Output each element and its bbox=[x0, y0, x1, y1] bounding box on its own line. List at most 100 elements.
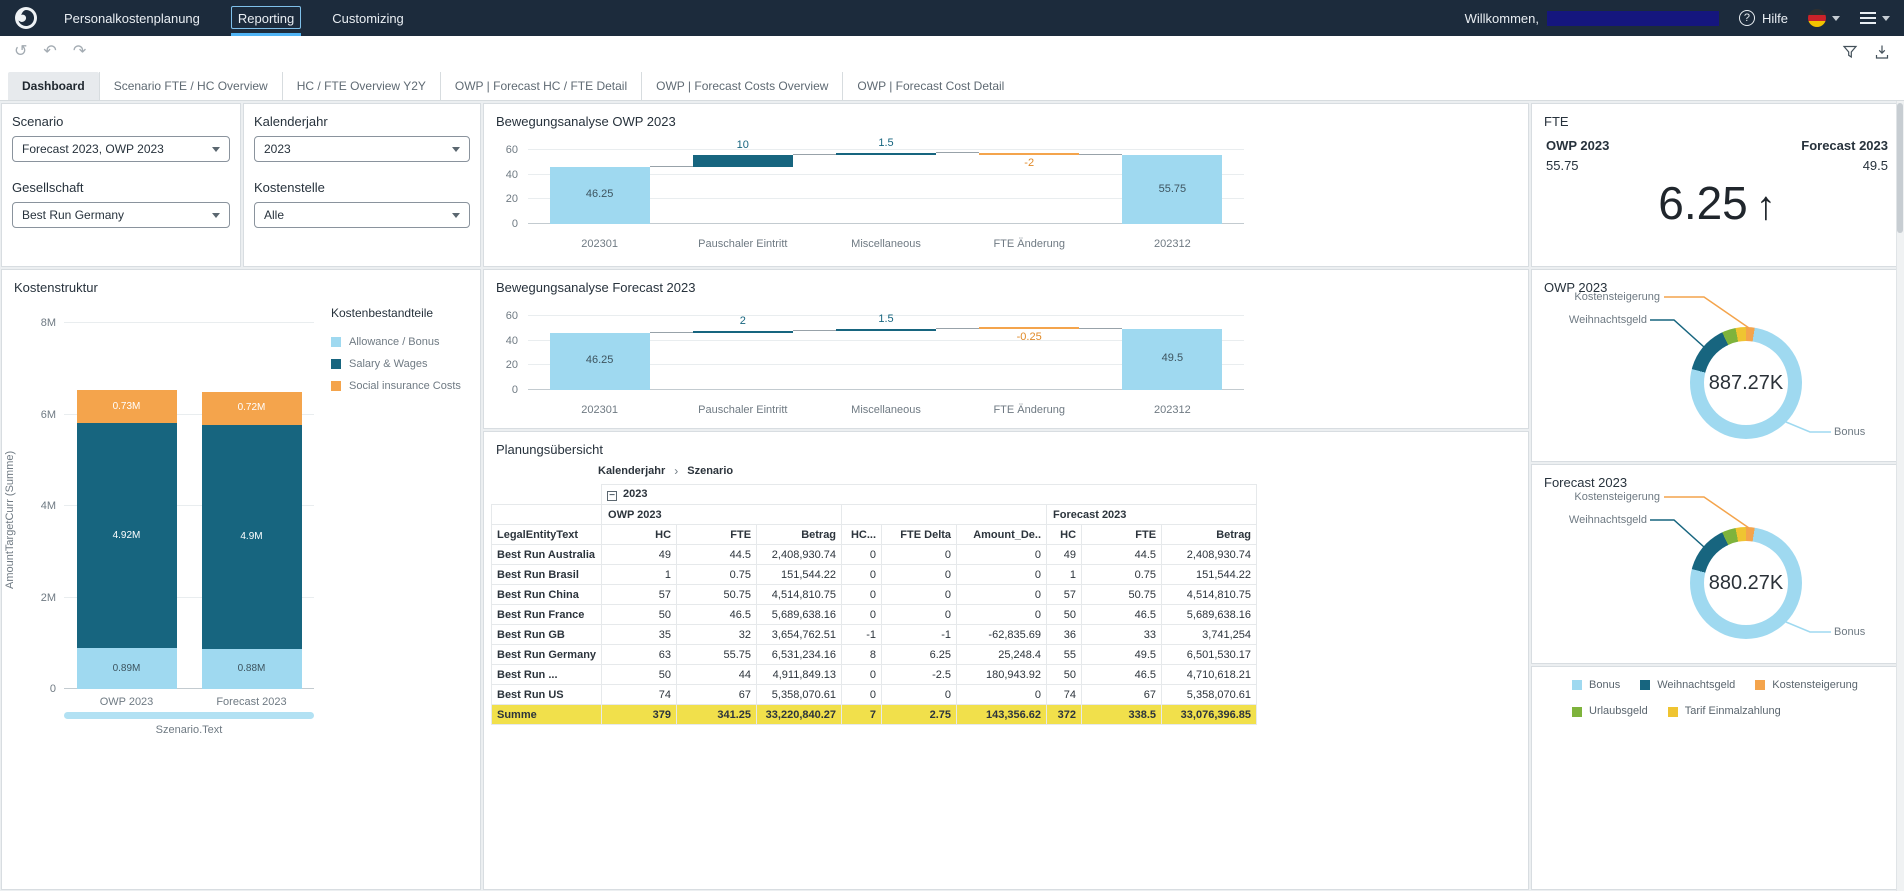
table-cell[interactable]: 5,358,070.61 bbox=[756, 684, 843, 705]
table-row[interactable]: Best Run Australia 49 44.5 2,408,930.74 0 0 0 4… bbox=[490, 544, 1258, 565]
table-cell[interactable]: 1 bbox=[601, 564, 678, 585]
table-row[interactable]: Best Run France 50 46.5 5,689,638.16 0 0 0 50 46… bbox=[490, 604, 1258, 625]
table-cell[interactable]: 50 bbox=[601, 604, 678, 625]
redo-icon[interactable]: ↷ bbox=[73, 44, 86, 60]
legend-item[interactable]: Bonus bbox=[1572, 679, 1620, 691]
table-cell[interactable]: 0 bbox=[956, 564, 1048, 585]
table-cell[interactable]: 151,544.22 bbox=[1161, 564, 1258, 585]
table-cell[interactable]: 49.5 bbox=[1081, 644, 1163, 665]
column-header[interactable]: FTE bbox=[1081, 524, 1163, 545]
table-cell[interactable]: Best Run US bbox=[490, 684, 603, 705]
table-total-row[interactable]: Summe 379 341.25 33,220,840.27 7 2.75 143,356.… bbox=[490, 704, 1258, 725]
legend-item[interactable]: Allowance / Bonus bbox=[331, 336, 477, 348]
menu-button[interactable] bbox=[1860, 12, 1890, 24]
tab-dashboard[interactable]: Dashboard bbox=[8, 72, 99, 100]
table-cell[interactable]: 0 bbox=[841, 564, 883, 585]
table-cell[interactable]: 0.75 bbox=[1081, 564, 1163, 585]
column-header[interactable]: HC bbox=[601, 524, 678, 545]
table-cell[interactable]: 46.5 bbox=[1081, 664, 1163, 685]
scrollbar-thumb[interactable] bbox=[1897, 103, 1903, 233]
waterfall-bar[interactable] bbox=[692, 154, 793, 167]
drill-level-kalenderjahr[interactable]: Kalenderjahr bbox=[598, 465, 665, 477]
table-cell[interactable]: 33,220,840.27 bbox=[756, 704, 843, 725]
reset-icon[interactable]: ↺ bbox=[14, 44, 27, 60]
table-cell[interactable]: 63 bbox=[601, 644, 678, 665]
tab-owp-forecast-costs-overview[interactable]: OWP | Forecast Costs Overview bbox=[641, 72, 842, 100]
table-cell[interactable]: 0 bbox=[956, 604, 1048, 625]
table-cell[interactable]: 0 bbox=[956, 584, 1048, 605]
table-cell[interactable]: Best Run France bbox=[490, 604, 603, 625]
table-cell[interactable]: Best Run GB bbox=[490, 624, 603, 645]
table-cell[interactable]: 0 bbox=[841, 664, 883, 685]
table-cell[interactable]: 44 bbox=[676, 664, 758, 685]
table-cell[interactable]: 67 bbox=[676, 684, 758, 705]
table-cell[interactable]: 0 bbox=[841, 604, 883, 625]
table-cell[interactable]: 372 bbox=[1046, 704, 1083, 725]
table-cell[interactable]: 35 bbox=[601, 624, 678, 645]
table-row[interactable]: Best Run US 74 67 5,358,070.61 0 0 0 74 67 5,358,… bbox=[490, 684, 1258, 705]
table-cell[interactable]: 0 bbox=[841, 684, 883, 705]
donut-chart[interactable]: 887.27K bbox=[1690, 327, 1802, 439]
column-header[interactable]: Amount_De.. bbox=[956, 524, 1048, 545]
export-icon[interactable] bbox=[1874, 44, 1890, 60]
table-cell[interactable]: 4,911,849.13 bbox=[756, 664, 843, 685]
table-cell[interactable]: -62,835.69 bbox=[956, 624, 1048, 645]
language-selector[interactable] bbox=[1808, 9, 1840, 27]
table-cell[interactable]: 50 bbox=[1046, 664, 1083, 685]
table-cell[interactable]: 36 bbox=[1046, 624, 1083, 645]
nav-item-reporting[interactable]: Reporting bbox=[230, 0, 302, 36]
collapse-icon[interactable]: − bbox=[607, 491, 618, 501]
table-cell[interactable]: 57 bbox=[601, 584, 678, 605]
column-header[interactable]: Betrag bbox=[1161, 524, 1258, 545]
table-row[interactable]: Best Run Brasil 1 0.75 151,544.22 0 0 0 1 0.75 15… bbox=[490, 564, 1258, 585]
table-cell[interactable]: Best Run Brasil bbox=[490, 564, 603, 585]
year-cell[interactable]: −2023 bbox=[601, 484, 1258, 505]
table-cell[interactable]: 1 bbox=[1046, 564, 1083, 585]
table-cell[interactable]: 57 bbox=[1046, 584, 1083, 605]
table-cell[interactable]: 44.5 bbox=[676, 544, 758, 565]
column-group-header[interactable]: Forecast 2023 bbox=[1046, 504, 1258, 525]
donut-chart[interactable]: 880.27K bbox=[1690, 527, 1802, 639]
nav-item-personalkostenplanung[interactable]: Personalkostenplanung bbox=[64, 0, 200, 36]
waterfall-bar[interactable] bbox=[979, 152, 1080, 156]
table-row[interactable]: Best Run China 57 50.75 4,514,810.75 0 0 0 57 50… bbox=[490, 584, 1258, 605]
table-cell[interactable]: 2,408,930.74 bbox=[756, 544, 843, 565]
table-cell[interactable]: 74 bbox=[601, 684, 678, 705]
waterfall-bar[interactable] bbox=[692, 330, 793, 333]
table-cell[interactable]: 379 bbox=[601, 704, 678, 725]
column-header[interactable]: FTE Delta bbox=[881, 524, 958, 545]
kalenderjahr-dropdown[interactable]: 2023 bbox=[254, 136, 470, 162]
table-cell[interactable]: 50 bbox=[601, 664, 678, 685]
table-cell[interactable]: 4,710,618.21 bbox=[1161, 664, 1258, 685]
table-cell[interactable]: 33,076,396.85 bbox=[1161, 704, 1258, 725]
waterfall-bar[interactable] bbox=[979, 326, 1080, 329]
legend-item[interactable]: Kostensteigerung bbox=[1755, 679, 1858, 691]
column-header[interactable]: HC bbox=[1046, 524, 1083, 545]
legend-item[interactable]: Social insurance Costs bbox=[331, 380, 477, 392]
table-cell[interactable]: Best Run Australia bbox=[490, 544, 603, 565]
column-header[interactable]: FTE bbox=[676, 524, 758, 545]
kostenstelle-dropdown[interactable]: Alle bbox=[254, 202, 470, 228]
table-cell[interactable]: 0 bbox=[881, 564, 958, 585]
legend-item[interactable]: Tarif Einmalzahlung bbox=[1667, 705, 1781, 717]
table-cell[interactable]: 33 bbox=[1081, 624, 1163, 645]
tab-owp-forecast-hc-fte-detail[interactable]: OWP | Forecast HC / FTE Detail bbox=[439, 72, 641, 100]
table-cell[interactable]: Best Run ... bbox=[490, 664, 603, 685]
table-cell[interactable]: 2.75 bbox=[881, 704, 958, 725]
column-header[interactable]: Betrag bbox=[756, 524, 843, 545]
column-header[interactable]: LegalEntityText bbox=[490, 524, 603, 545]
table-cell[interactable]: 46.5 bbox=[676, 604, 758, 625]
table-cell[interactable]: 151,544.22 bbox=[756, 564, 843, 585]
table-cell[interactable]: 25,248.4 bbox=[956, 644, 1048, 665]
table-cell[interactable]: 32 bbox=[676, 624, 758, 645]
table-cell[interactable]: 49 bbox=[1046, 544, 1083, 565]
table-cell[interactable]: 4,514,810.75 bbox=[756, 584, 843, 605]
tab-scenario-fte-hc-overview[interactable]: Scenario FTE / HC Overview bbox=[98, 72, 282, 100]
table-cell[interactable]: 3,741,254 bbox=[1161, 624, 1258, 645]
table-cell[interactable]: 0 bbox=[881, 604, 958, 625]
table-cell[interactable]: 6,501,530.17 bbox=[1161, 644, 1258, 665]
table-cell[interactable]: -1 bbox=[881, 624, 958, 645]
table-cell[interactable]: 4,514,810.75 bbox=[1161, 584, 1258, 605]
table-cell[interactable]: 55.75 bbox=[676, 644, 758, 665]
table-cell[interactable]: 338.5 bbox=[1081, 704, 1163, 725]
